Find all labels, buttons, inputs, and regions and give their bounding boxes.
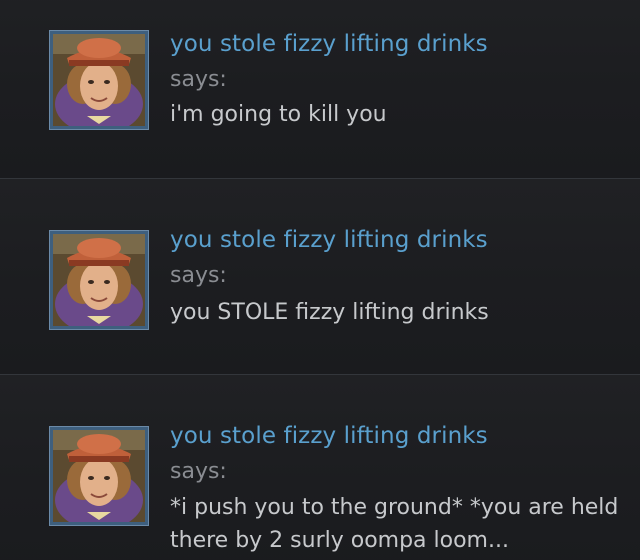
message-text: you STOLE fizzy lifting drinks <box>170 300 489 325</box>
says-label: says: <box>170 263 227 288</box>
message-text: i'm going to kill you <box>170 102 387 127</box>
user-avatar[interactable] <box>49 426 149 526</box>
says-label: says: <box>170 459 227 484</box>
portrait-icon <box>53 234 145 326</box>
username[interactable]: you stole fizzy lifting drinks <box>170 423 488 449</box>
portrait-icon <box>53 34 145 126</box>
chat-log: you stole fizzy lifting drinks says: i'm… <box>0 0 640 560</box>
chat-message: you stole fizzy lifting drinks says: you… <box>0 178 640 374</box>
message-text: *i push you to the ground* *you are held… <box>170 495 619 553</box>
chat-message: you stole fizzy lifting drinks says: i'm… <box>0 0 640 178</box>
username[interactable]: you stole fizzy lifting drinks <box>170 227 488 253</box>
user-avatar[interactable] <box>49 30 149 130</box>
username[interactable]: you stole fizzy lifting drinks <box>170 31 488 57</box>
portrait-icon <box>53 430 145 522</box>
chat-message: you stole fizzy lifting drinks says: *i … <box>0 374 640 560</box>
user-avatar[interactable] <box>49 230 149 330</box>
says-label: says: <box>170 67 227 92</box>
